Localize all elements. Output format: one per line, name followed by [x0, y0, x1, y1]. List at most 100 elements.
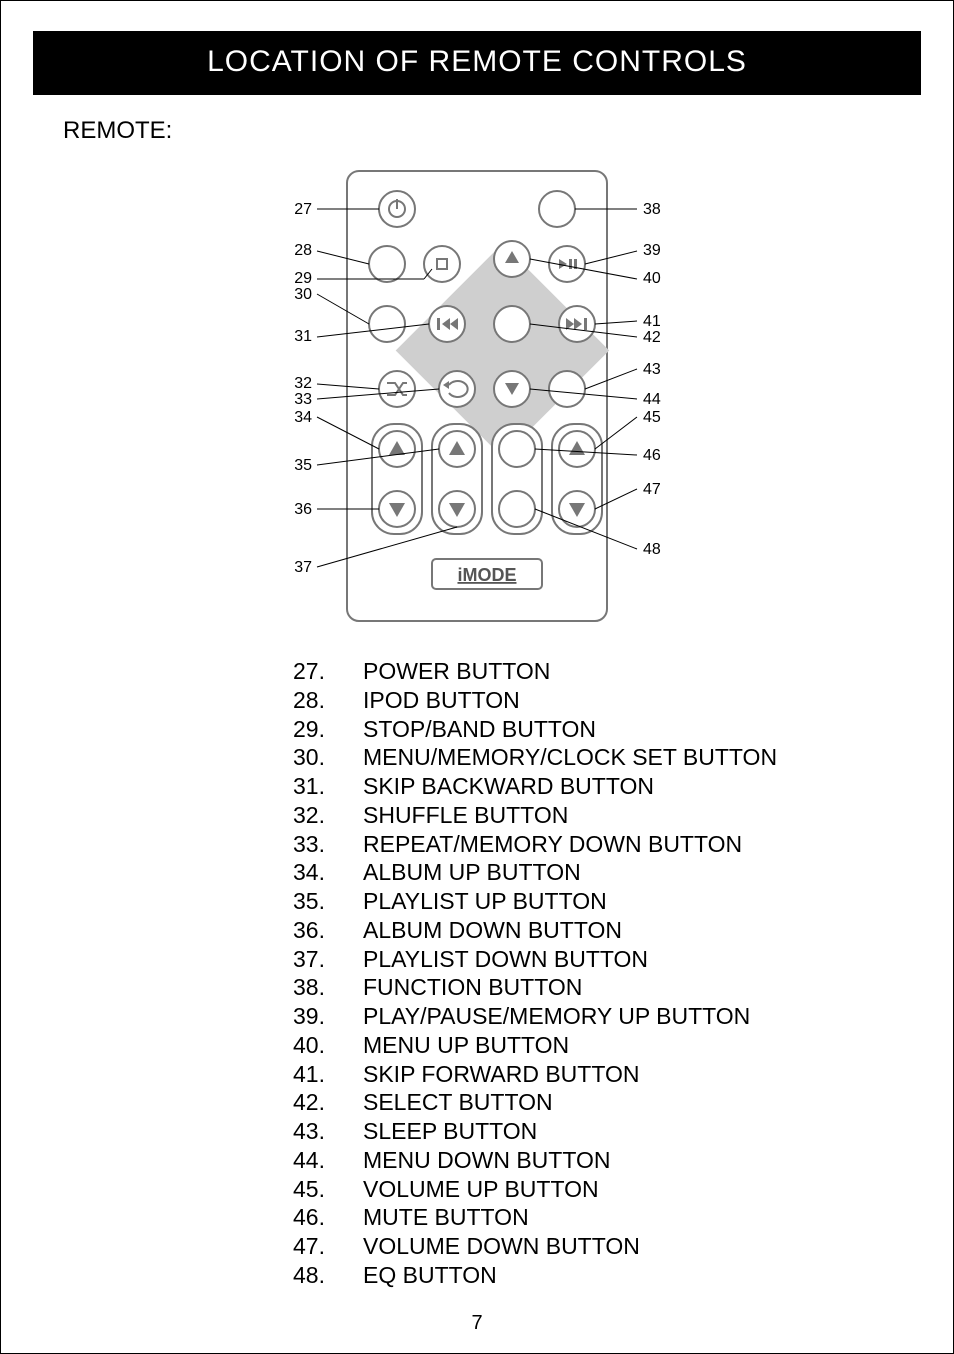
legend-row: 45.VOLUME UP BUTTON	[293, 1175, 921, 1204]
legend-number: 36.	[293, 916, 363, 945]
legend-number: 38.	[293, 973, 363, 1002]
legend-row: 32.SHUFFLE BUTTON	[293, 801, 921, 830]
ipod-button	[369, 246, 405, 282]
callout-num: 38	[643, 201, 661, 218]
callout-num: 35	[294, 457, 312, 474]
callout-num: 45	[643, 409, 661, 426]
callout-num: 48	[643, 541, 661, 558]
legend-number: 41.	[293, 1060, 363, 1089]
remote-diagram: iMODE	[157, 159, 797, 639]
mute-button	[499, 431, 535, 467]
legend-row: 33.REPEAT/MEMORY DOWN BUTTON	[293, 830, 921, 859]
legend-number: 30.	[293, 743, 363, 772]
legend-row: 42.SELECT BUTTON	[293, 1088, 921, 1117]
legend-row: 44.MENU DOWN BUTTON	[293, 1146, 921, 1175]
callout-num: 32	[294, 375, 312, 392]
menu-button	[369, 306, 405, 342]
legend-row: 38.FUNCTION BUTTON	[293, 973, 921, 1002]
callout-num: 31	[294, 328, 312, 345]
shuffle-icon	[379, 371, 415, 407]
legend-number: 47.	[293, 1232, 363, 1261]
legend-label: STOP/BAND BUTTON	[363, 715, 596, 744]
legend-label: ALBUM UP BUTTON	[363, 858, 581, 887]
callout-num: 36	[294, 501, 312, 518]
legend-row: 27.POWER BUTTON	[293, 657, 921, 686]
legend-row: 43.SLEEP BUTTON	[293, 1117, 921, 1146]
legend-label: MUTE BUTTON	[363, 1203, 529, 1232]
repeat-icon	[439, 371, 475, 407]
select-button	[494, 306, 530, 342]
legend-row: 41.SKIP FORWARD BUTTON	[293, 1060, 921, 1089]
legend-label: PLAY/PAUSE/MEMORY UP BUTTON	[363, 1002, 750, 1031]
legend-number: 40.	[293, 1031, 363, 1060]
playlist-up-icon	[439, 431, 475, 467]
callout-num: 27	[294, 201, 312, 218]
menu-up-icon	[494, 241, 530, 277]
section-subheading: REMOTE:	[63, 117, 921, 145]
legend-label: SELECT BUTTON	[363, 1088, 553, 1117]
legend-label: VOLUME DOWN BUTTON	[363, 1232, 640, 1261]
legend-number: 45.	[293, 1175, 363, 1204]
legend-label: SKIP BACKWARD BUTTON	[363, 772, 654, 801]
legend-number: 31.	[293, 772, 363, 801]
legend-label: ALBUM DOWN BUTTON	[363, 916, 622, 945]
sleep-button	[549, 371, 585, 407]
callout-num: 28	[294, 242, 312, 259]
legend-label: VOLUME UP BUTTON	[363, 1175, 599, 1204]
menu-down-icon	[494, 371, 530, 407]
legend-number: 28.	[293, 686, 363, 715]
legend-number: 44.	[293, 1146, 363, 1175]
legend-label: MENU DOWN BUTTON	[363, 1146, 610, 1175]
legend-label: MENU UP BUTTON	[363, 1031, 569, 1060]
callout-num: 33	[294, 391, 312, 408]
callout-num: 46	[643, 447, 661, 464]
playlist-down-icon	[439, 491, 475, 527]
album-up-icon	[379, 431, 415, 467]
skip-backward-icon	[429, 306, 465, 342]
legend-label: POWER BUTTON	[363, 657, 550, 686]
brand-logo: iMODE	[457, 565, 516, 585]
legend-label: SHUFFLE BUTTON	[363, 801, 568, 830]
legend-row: 46.MUTE BUTTON	[293, 1203, 921, 1232]
volume-down-icon	[559, 491, 595, 527]
stop-icon	[424, 246, 460, 282]
legend-number: 32.	[293, 801, 363, 830]
callout-num: 37	[294, 559, 312, 576]
legend-number: 27.	[293, 657, 363, 686]
legend-label: FUNCTION BUTTON	[363, 973, 582, 1002]
callout-num: 41	[643, 313, 661, 330]
legend-row: 48.EQ BUTTON	[293, 1261, 921, 1290]
legend-number: 37.	[293, 945, 363, 974]
legend-label: SLEEP BUTTON	[363, 1117, 537, 1146]
manual-page: LOCATION OF REMOTE CONTROLS REMOTE:	[0, 0, 954, 1354]
callout-num: 34	[294, 409, 312, 426]
legend-label: SKIP FORWARD BUTTON	[363, 1060, 639, 1089]
legend-number: 29.	[293, 715, 363, 744]
legend-label: EQ BUTTON	[363, 1261, 497, 1290]
legend-label: PLAYLIST DOWN BUTTON	[363, 945, 648, 974]
legend-label: REPEAT/MEMORY DOWN BUTTON	[363, 830, 742, 859]
callout-num: 30	[294, 286, 312, 303]
legend-number: 39.	[293, 1002, 363, 1031]
legend-number: 43.	[293, 1117, 363, 1146]
callout-num: 42	[643, 329, 661, 346]
callout-num: 39	[643, 242, 661, 259]
page-title: LOCATION OF REMOTE CONTROLS	[33, 31, 921, 95]
control-legend: 27.POWER BUTTON28.IPOD BUTTON29.STOP/BAN…	[293, 657, 921, 1290]
legend-row: 31.SKIP BACKWARD BUTTON	[293, 772, 921, 801]
legend-row: 34.ALBUM UP BUTTON	[293, 858, 921, 887]
power-icon	[379, 191, 415, 227]
legend-row: 37.PLAYLIST DOWN BUTTON	[293, 945, 921, 974]
legend-label: MENU/MEMORY/CLOCK SET BUTTON	[363, 743, 777, 772]
callout-num: 40	[643, 270, 661, 287]
legend-row: 29.STOP/BAND BUTTON	[293, 715, 921, 744]
legend-row: 35.PLAYLIST UP BUTTON	[293, 887, 921, 916]
legend-number: 42.	[293, 1088, 363, 1117]
legend-number: 34.	[293, 858, 363, 887]
legend-number: 46.	[293, 1203, 363, 1232]
callout-num: 47	[643, 481, 661, 498]
legend-number: 33.	[293, 830, 363, 859]
callout-num: 29	[294, 270, 312, 287]
legend-row: 28.IPOD BUTTON	[293, 686, 921, 715]
legend-number: 48.	[293, 1261, 363, 1290]
